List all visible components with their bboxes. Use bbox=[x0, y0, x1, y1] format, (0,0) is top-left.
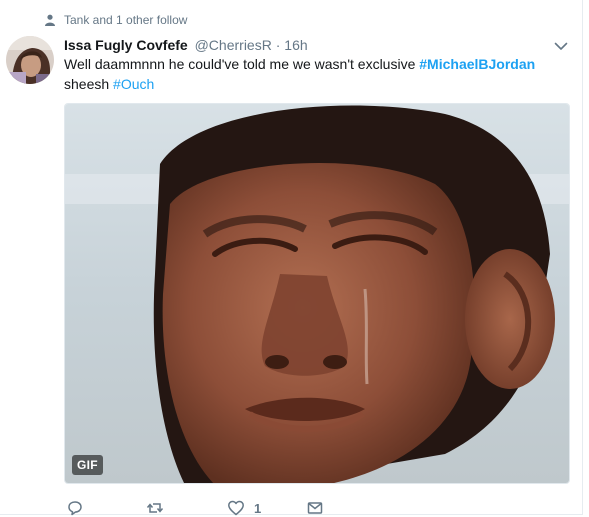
heart-icon bbox=[228, 500, 244, 516]
chevron-down-icon[interactable] bbox=[553, 38, 569, 54]
crying-boy-gif bbox=[65, 104, 569, 483]
envelope-icon bbox=[307, 502, 323, 514]
hashtag-ouch[interactable]: #Ouch bbox=[113, 76, 154, 92]
social-context[interactable]: Tank and 1 other follow bbox=[44, 12, 187, 28]
person-icon bbox=[45, 14, 55, 26]
direct-message-button[interactable] bbox=[306, 499, 324, 517]
tweet-timestamp[interactable]: 16h bbox=[284, 37, 307, 53]
social-context-text: Tank and 1 other follow bbox=[64, 13, 188, 27]
retweet-button[interactable] bbox=[146, 499, 164, 517]
author-name[interactable]: Issa Fugly Covfefe bbox=[64, 37, 188, 53]
avatar[interactable] bbox=[6, 36, 54, 84]
like-button[interactable]: 1 bbox=[227, 499, 261, 517]
tweet-text: Well daammnnn he could've told me we was… bbox=[64, 54, 564, 94]
like-count: 1 bbox=[254, 500, 262, 516]
tweet-header: Issa Fugly Covfefe @CherriesR · 16h bbox=[64, 36, 308, 54]
retweet-icon bbox=[146, 503, 164, 513]
tweet-text-part1: Well daammnnn he could've told me we was… bbox=[64, 56, 420, 72]
reply-icon bbox=[68, 501, 82, 516]
reply-button[interactable] bbox=[66, 499, 84, 517]
gif-media[interactable]: GIF bbox=[64, 103, 570, 484]
timeline-border-right bbox=[582, 0, 583, 515]
tweet-text-part2: sheesh bbox=[64, 76, 114, 92]
separator-dot: · bbox=[275, 37, 281, 53]
author-handle[interactable]: @CherriesR bbox=[195, 37, 272, 53]
gif-badge: GIF bbox=[72, 455, 103, 475]
tweet-actions: 1 bbox=[64, 499, 364, 517]
hashtag-michaelbjordan[interactable]: #MichaelBJordan bbox=[419, 56, 535, 72]
